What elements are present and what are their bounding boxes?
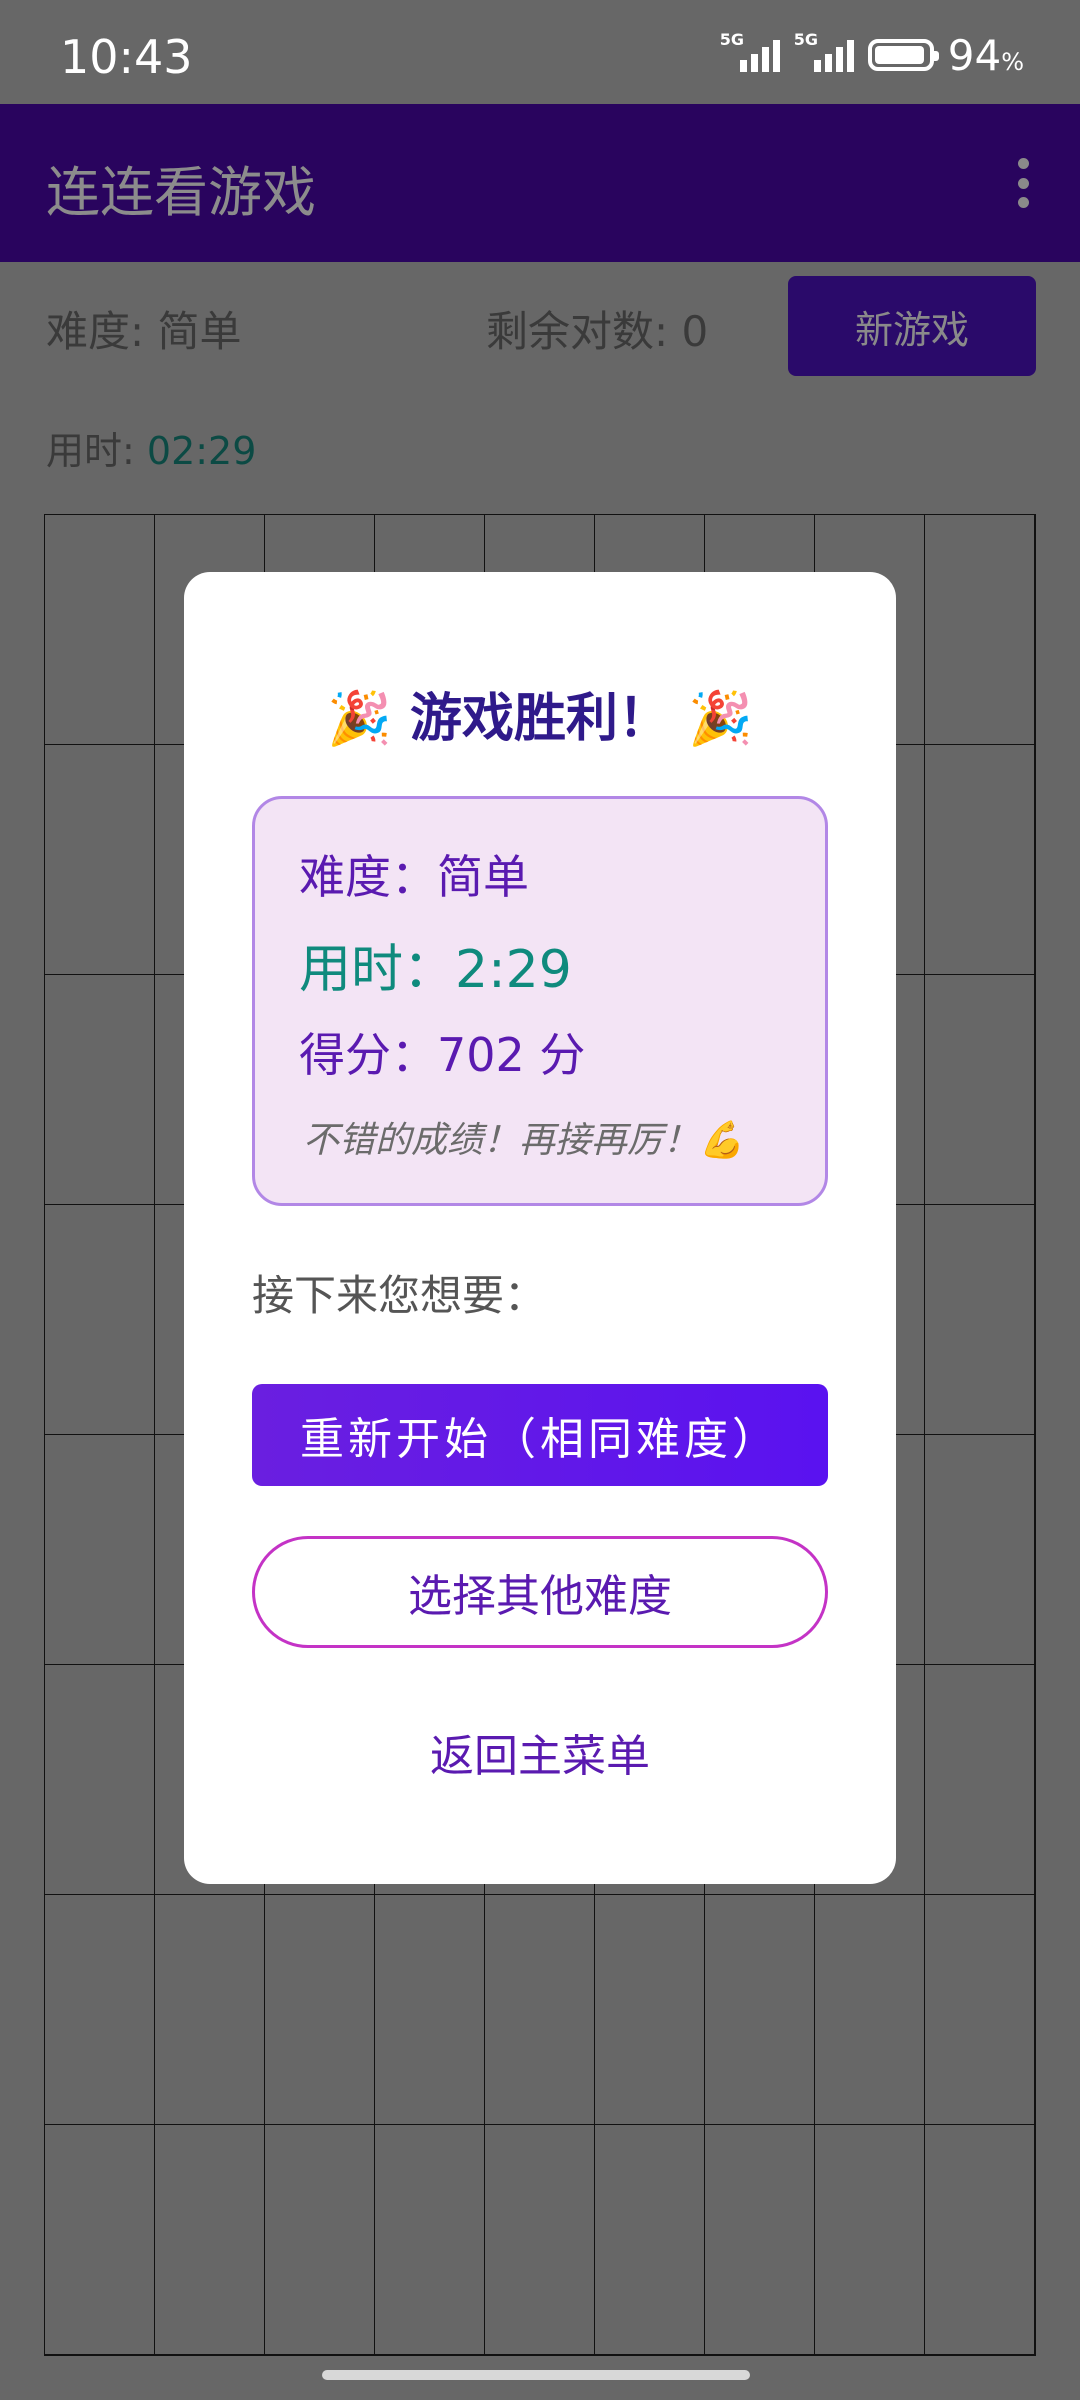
home-indicator[interactable] [322,2370,750,2380]
battery-icon [867,39,939,71]
board-cell[interactable] [815,2125,925,2355]
board-cell[interactable] [265,2125,375,2355]
restart-same-difficulty-button[interactable]: 重新开始（相同难度） [252,1384,828,1486]
difficulty-label: 难度: 简单 [46,307,242,356]
more-vert-icon[interactable] [1016,158,1030,208]
board-cell[interactable] [45,1665,155,1895]
praise-text: 不错的成绩！再接再厉！💪 [303,1120,744,1161]
next-prompt: 接下来您想要： [252,1271,547,1320]
battery-level: 94% [947,30,1024,80]
board-cell[interactable] [45,745,155,975]
signal-icon: 5G [720,30,780,72]
app-title: 连连看游戏 [46,161,316,224]
board-cell[interactable] [595,1895,705,2125]
status-icons: 5G 5G 94% [720,30,1024,80]
choose-other-difficulty-button[interactable]: 选择其他难度 [252,1536,828,1648]
status-time: 10:43 [60,30,193,84]
board-cell[interactable] [45,975,155,1205]
board-cell[interactable] [815,1895,925,2125]
board-cell[interactable] [925,745,1035,975]
new-game-button[interactable]: 新游戏 [788,276,1036,376]
board-cell[interactable] [375,1895,485,2125]
board-cell[interactable] [925,975,1035,1205]
stats-card: 难度：简单 用时：2:29 得分：702 分 不错的成绩！再接再厉！💪 [252,796,828,1206]
stat-score: 得分：702 分 [299,1028,586,1082]
board-cell[interactable] [595,2125,705,2355]
board-cell[interactable] [705,2125,815,2355]
elapsed-time-value: 02:29 [146,429,257,473]
status-bar: 10:43 5G 5G 94% [0,0,1080,104]
board-cell[interactable] [155,2125,265,2355]
board-cell[interactable] [485,2125,595,2355]
board-cell[interactable] [485,1895,595,2125]
stat-difficulty: 难度：简单 [299,850,529,904]
board-cell[interactable] [925,1895,1035,2125]
signal-icon-2: 5G [794,30,854,72]
victory-dialog: 🎉 游戏胜利！ 🎉 难度：简单 用时：2:29 得分：702 分 不错的成绩！再… [184,572,896,1884]
board-cell[interactable] [925,1435,1035,1665]
app-bar: 连连看游戏 [0,104,1080,262]
board-cell[interactable] [45,1895,155,2125]
pairs-remaining-label: 剩余对数: 0 [486,307,709,356]
board-cell[interactable] [45,2125,155,2355]
board-cell[interactable] [925,515,1035,745]
board-cell[interactable] [925,2125,1035,2355]
board-cell[interactable] [925,1665,1035,1895]
board-cell[interactable] [705,1895,815,2125]
board-cell[interactable] [925,1205,1035,1435]
board-cell[interactable] [45,1205,155,1435]
board-cell[interactable] [45,1435,155,1665]
board-cell[interactable] [155,1895,265,2125]
board-cell[interactable] [45,515,155,745]
board-cell[interactable] [265,1895,375,2125]
elapsed-time: 用时: 02:29 [46,429,257,473]
return-main-menu-button[interactable]: 返回主菜单 [184,1720,896,1784]
stat-time: 用时：2:29 [299,940,572,1000]
dialog-title: 🎉 游戏胜利！ 🎉 [327,689,753,749]
board-cell[interactable] [375,2125,485,2355]
